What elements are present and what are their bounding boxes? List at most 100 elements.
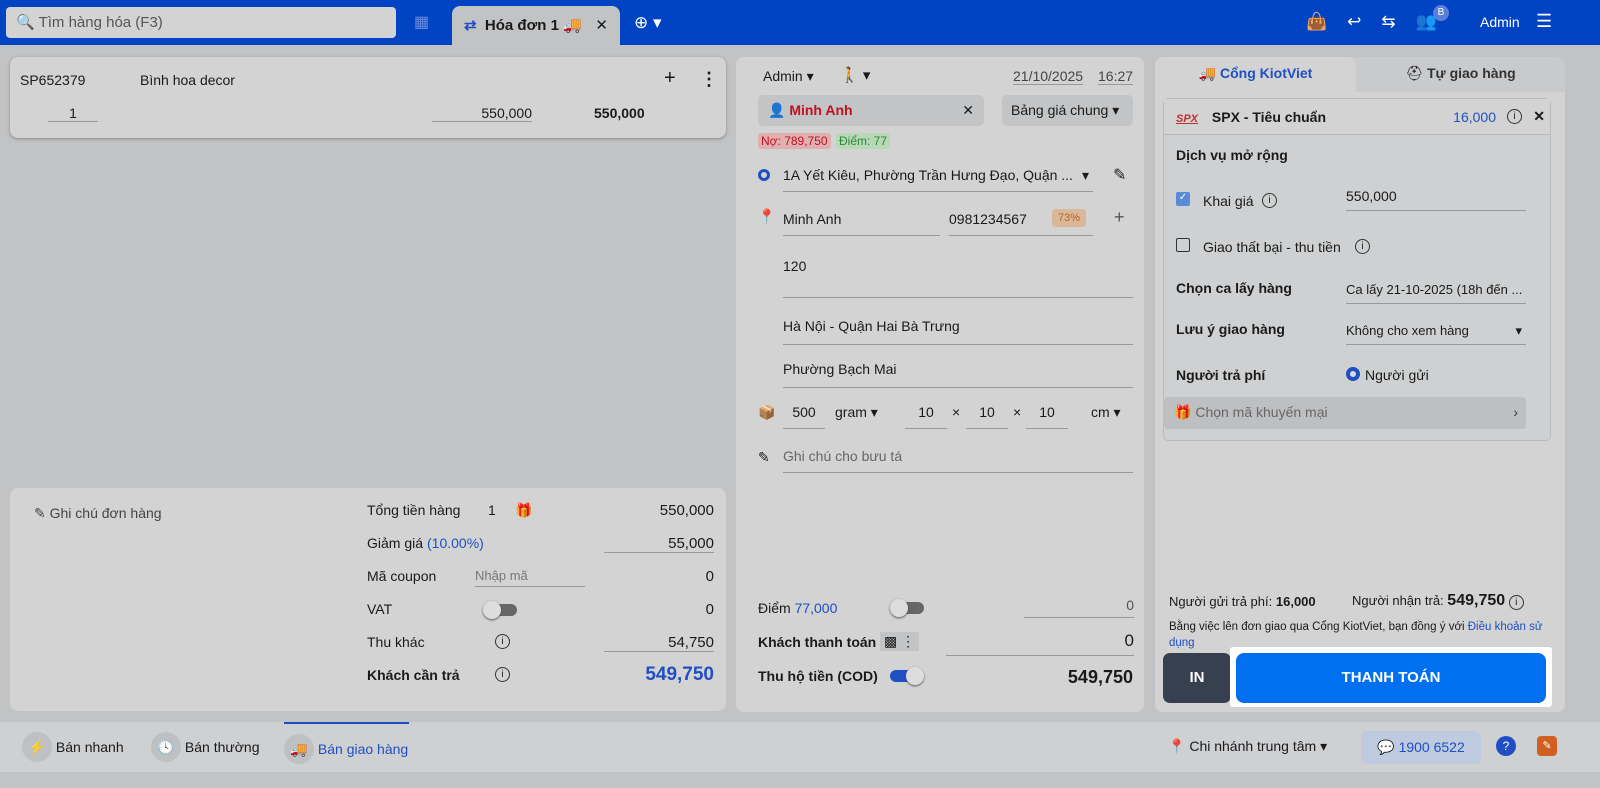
vat-toggle[interactable] bbox=[483, 601, 517, 619]
address-input[interactable]: 120 bbox=[783, 258, 1133, 298]
feedback-icon[interactable]: ✎ bbox=[1537, 736, 1557, 756]
order-panel: Admin ▾ 🚶 ▾ 21/10/2025 16:27 👤 Minh Anh ✕… bbox=[736, 57, 1144, 712]
label: Khách cần trả bbox=[367, 667, 460, 683]
price-list-select[interactable]: Bảng giá chung ▾ bbox=[1002, 95, 1133, 126]
info-icon[interactable]: i bbox=[1507, 109, 1522, 124]
receiver-pays: Người nhận trả: 549,750 i bbox=[1352, 592, 1524, 610]
summary-row-discount: Giảm giá (10.00%) 55,000 bbox=[367, 535, 714, 568]
sender-fee: Người gửi trả phí: 16,000 bbox=[1169, 594, 1316, 609]
print-button[interactable]: IN bbox=[1163, 653, 1231, 703]
payer-value: Người gửi bbox=[1365, 367, 1429, 383]
summary-row-coupon: Mã coupon Nhập mã 0 bbox=[367, 568, 714, 601]
product-name: Bình hoa decor bbox=[140, 72, 235, 88]
label: Tổng tiền hàng bbox=[367, 502, 461, 518]
info-icon[interactable]: i bbox=[1355, 239, 1370, 254]
seller: Admin bbox=[763, 68, 803, 84]
menu-icon[interactable]: ☰ bbox=[1536, 11, 1552, 32]
label: Người gửi trả phí: bbox=[1169, 594, 1273, 609]
payer-radio[interactable] bbox=[1346, 367, 1360, 381]
fail-collect-checkbox[interactable] bbox=[1176, 238, 1190, 252]
info-icon[interactable]: i bbox=[495, 634, 510, 649]
weight-unit: gram bbox=[835, 404, 867, 420]
delivery-note-select[interactable]: Không cho xem hàng ▾ bbox=[1346, 323, 1526, 345]
close-tab-icon[interactable]: ✕ bbox=[595, 16, 608, 34]
remove-carrier-icon[interactable]: ✕ bbox=[1533, 108, 1545, 125]
seller-select[interactable]: Admin ▾ bbox=[763, 68, 814, 85]
sync-icon[interactable]: ⇆ bbox=[1381, 12, 1415, 31]
points-label: Điểm 77,000 bbox=[758, 600, 837, 616]
customer-pay-input[interactable]: 0 bbox=[946, 631, 1134, 656]
other-fee-input[interactable]: 54,750 bbox=[604, 634, 714, 652]
pickup-address-select[interactable]: 1A Yết Kiêu, Phường Trần Hưng Đạo, Quận … bbox=[783, 167, 1093, 192]
product-search-input[interactable]: 🔍 Tìm hàng hóa (F3) bbox=[6, 7, 396, 38]
barcode-scan-icon[interactable]: ▦ bbox=[414, 12, 429, 32]
cod-toggle[interactable] bbox=[890, 667, 924, 685]
weight-unit-select[interactable]: gram ▾ bbox=[835, 404, 878, 421]
time-input[interactable]: 16:27 bbox=[1098, 68, 1134, 85]
clear-customer-icon[interactable]: ✕ bbox=[962, 102, 974, 119]
terms: Bằng việc lên đơn giao qua Cổng KiotViet… bbox=[1169, 621, 1465, 633]
truck-icon: 🚚 bbox=[1198, 65, 1217, 81]
edit-icon[interactable]: ✎ bbox=[1113, 165, 1126, 185]
hotline-button[interactable]: 💬 1900 6522 bbox=[1361, 731, 1481, 764]
nav-normal-sale[interactable]: 🕓 Bán thường bbox=[151, 732, 260, 762]
info-icon[interactable]: i bbox=[1262, 193, 1277, 208]
more-icon[interactable]: ⋮ bbox=[700, 69, 718, 90]
promo-select[interactable]: 🎁 Chọn mã khuyến mại › bbox=[1164, 397, 1526, 429]
tab-label: Hóa đơn 1 bbox=[484, 17, 559, 34]
tab-kiotviet-gateway[interactable]: 🚚 Cổng KiotViet bbox=[1155, 57, 1356, 92]
nav-quick-sale[interactable]: ⚡ Bán nhanh bbox=[22, 732, 124, 762]
add-tab-button[interactable]: ⊕ ▾ bbox=[634, 13, 662, 33]
cod-label: Thu hộ tiền (COD) bbox=[758, 668, 878, 684]
pickup-shift-select[interactable]: Ca lấy 21-10-2025 (18h đến ... bbox=[1346, 282, 1526, 304]
spx-logo: SPX bbox=[1176, 113, 1199, 125]
shipper-note-input[interactable]: Ghi chú cho bưu tá bbox=[783, 448, 1133, 473]
points-toggle[interactable] bbox=[890, 599, 924, 617]
discount-percent[interactable]: (10.00%) bbox=[427, 535, 484, 551]
customer-field[interactable]: 👤 Minh Anh ✕ bbox=[758, 95, 984, 126]
length-input[interactable]: 10 bbox=[905, 404, 947, 429]
help-icon[interactable]: ? bbox=[1496, 736, 1516, 756]
branch-select[interactable]: 📍 Chi nhánh trung tâm ▾ bbox=[1168, 738, 1327, 755]
order-note-button[interactable]: ✎ Ghi chú đơn hàng bbox=[34, 505, 162, 522]
points-input[interactable]: 0 bbox=[1024, 597, 1134, 618]
branch: Chi nhánh trung tâm bbox=[1189, 738, 1317, 754]
tab-self-delivery[interactable]: ⛑ Tự giao hàng bbox=[1356, 57, 1565, 92]
district-select[interactable]: Hà Nội - Quận Hai Bà Trưng bbox=[783, 318, 1133, 345]
bag-icon[interactable]: 👜 bbox=[1306, 12, 1347, 31]
info-icon[interactable]: i bbox=[495, 667, 510, 682]
info-icon[interactable]: i bbox=[1508, 595, 1524, 610]
discount-input[interactable]: 55,000 bbox=[604, 535, 714, 553]
declare-value-input[interactable]: 550,000 bbox=[1346, 188, 1526, 211]
undo-icon[interactable]: ↩ bbox=[1347, 12, 1381, 31]
ward-select[interactable]: Phường Bạch Mai bbox=[783, 361, 1133, 388]
qr-icon[interactable]: ▩ ⋮ bbox=[880, 632, 920, 651]
pay-button[interactable]: THANH TOÁN bbox=[1236, 653, 1546, 703]
user-menu[interactable]: Admin bbox=[1480, 14, 1520, 30]
price-input[interactable]: 550,000 bbox=[432, 105, 532, 122]
line-total: 550,000 bbox=[594, 105, 645, 121]
tab-label: Tự giao hàng bbox=[1426, 65, 1516, 81]
add-icon[interactable]: + bbox=[664, 67, 676, 90]
quantity-input[interactable]: 1 bbox=[48, 105, 98, 122]
tab-invoice-1[interactable]: ⇄ Hóa đơn 1 🚚 ✕ bbox=[452, 6, 620, 45]
dim-unit-select[interactable]: cm ▾ bbox=[1091, 404, 1121, 421]
weight-input[interactable]: 500 bbox=[783, 404, 825, 429]
nav-delivery-sale[interactable]: 🚚 Bán giao hàng bbox=[284, 722, 409, 772]
label: Bán thường bbox=[184, 739, 260, 755]
order-summary: ✎ Ghi chú đơn hàng Tổng tiền hàng 1 🎁 550,0… bbox=[10, 488, 726, 711]
add-receiver-icon[interactable]: + bbox=[1114, 207, 1125, 228]
delivery-note-value: Không cho xem hàng bbox=[1346, 323, 1469, 338]
width-input[interactable]: 10 bbox=[966, 404, 1008, 429]
pickup-shift-label: Chọn ca lấy hàng bbox=[1176, 280, 1292, 296]
declare-checkbox[interactable]: ✓ bbox=[1176, 192, 1190, 206]
gift-icon[interactable]: 🎁 bbox=[515, 502, 532, 519]
cart-item: SP652379 Bình hoa decor + ⋮ 1 550,000 55… bbox=[10, 57, 726, 138]
walking-icon[interactable]: 🚶 ▾ bbox=[840, 66, 870, 84]
tab-label: Cổng KiotViet bbox=[1220, 65, 1313, 81]
summary-row-total: Khách cần trả i 549,750 bbox=[367, 664, 714, 700]
receiver-name-input[interactable]: Minh Anh bbox=[783, 211, 940, 236]
coupon-input[interactable]: Nhập mã bbox=[475, 568, 585, 587]
height-input[interactable]: 10 bbox=[1026, 404, 1068, 429]
date-input[interactable]: 21/10/2025 bbox=[1013, 68, 1084, 85]
